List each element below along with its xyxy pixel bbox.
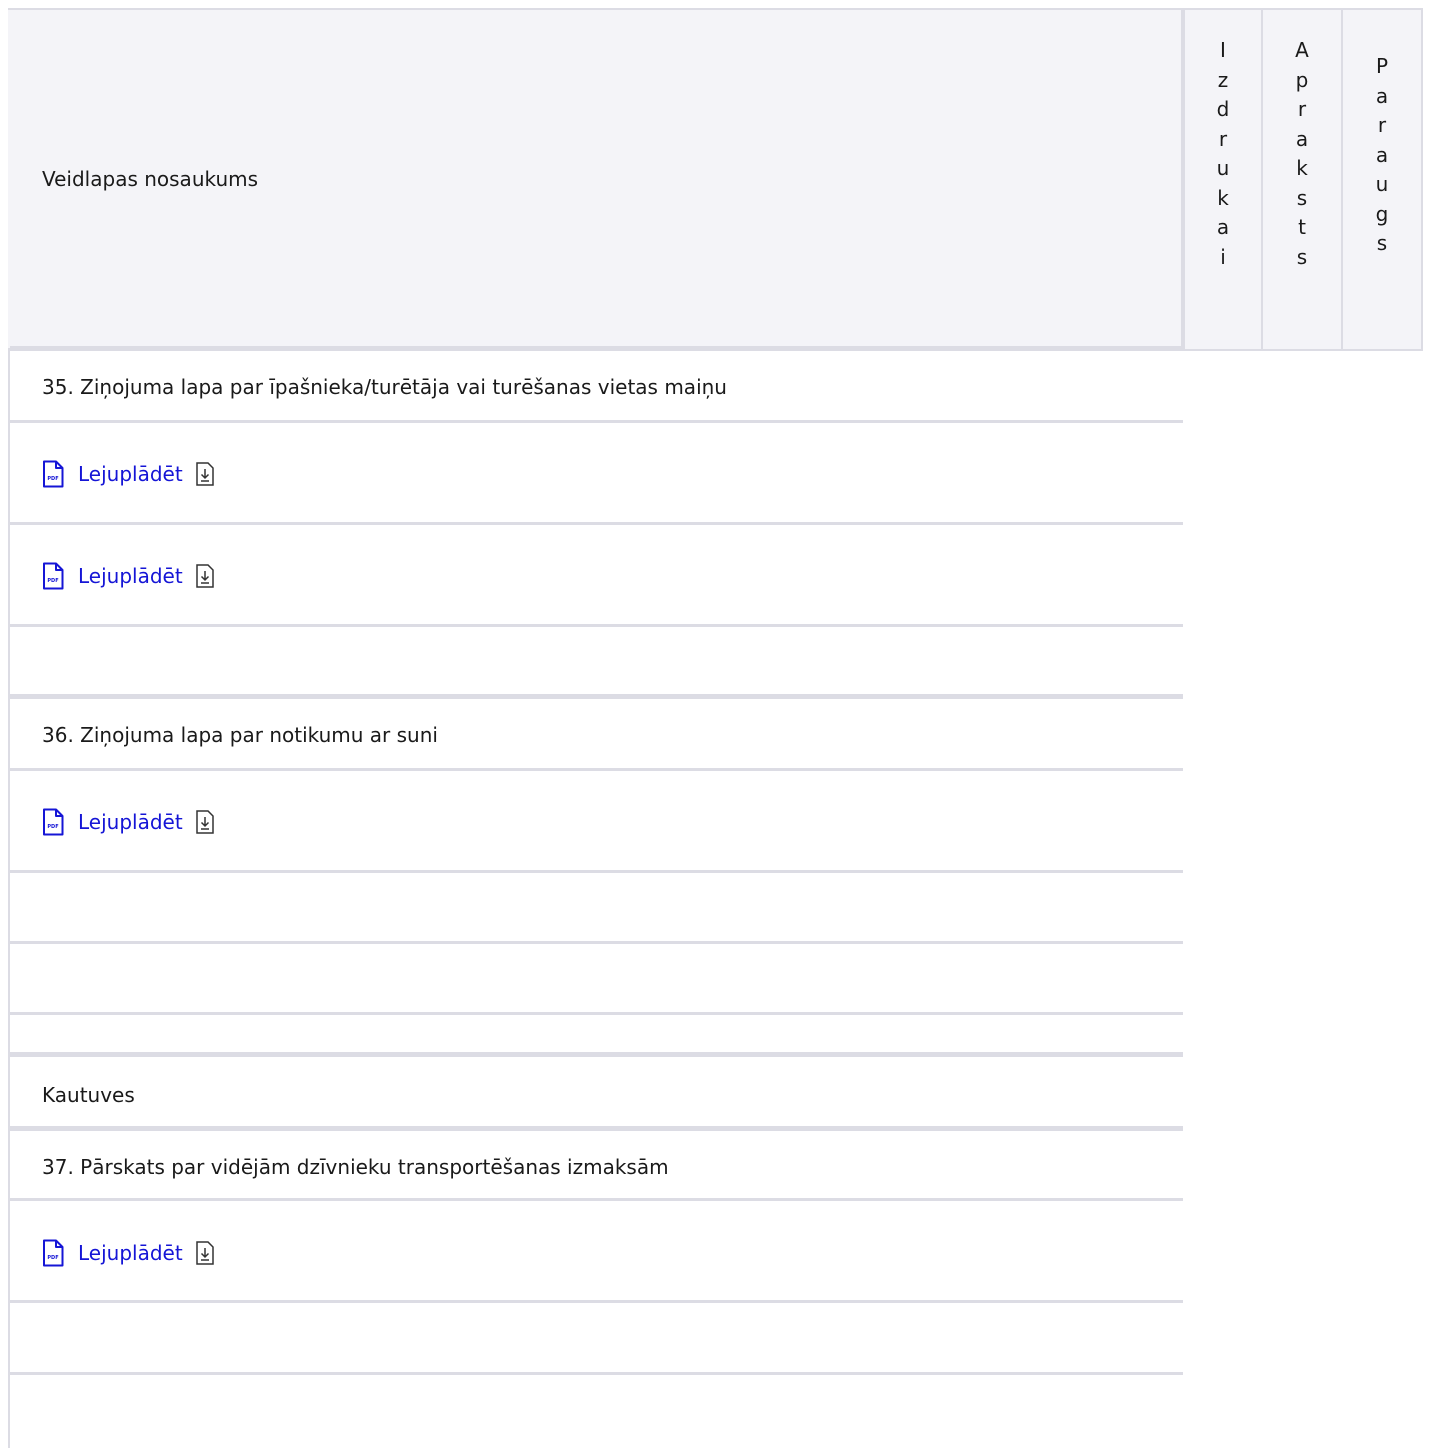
table-row: 35. Ziņojuma lapa par īpašnieka/turētāja… (10, 346, 1183, 422)
table-row: PDF Lejuplādēt (10, 522, 1183, 627)
pdf-file-icon: PDF (43, 1239, 64, 1267)
column-header-label: Paraugs (1375, 54, 1389, 255)
pdf-file-icon: PDF (43, 460, 64, 487)
download-file-icon (195, 1241, 214, 1265)
table-row: PDF Lejuplādēt (10, 1198, 1183, 1305)
table-row (10, 1372, 1183, 1441)
download-link-label: Lejuplādēt (78, 564, 183, 588)
column-header-title: Veidlapas nosaukums (42, 167, 259, 191)
table-row (10, 1300, 1183, 1375)
download-link-label: Lejuplādēt (78, 810, 183, 834)
pdf-file-icon: PDF (43, 562, 64, 590)
form-title: 35. Ziņojuma lapa par īpašnieka/turētāja… (42, 374, 727, 399)
column-header-label: Apraksts (1295, 38, 1309, 269)
svg-text:PDF: PDF (47, 476, 58, 482)
download-link[interactable]: PDF Lejuplādēt (42, 808, 215, 836)
table-row: 36. Ziņojuma lapa par notikumu ar suni (10, 694, 1183, 770)
table-row: Kautuves (10, 1052, 1183, 1132)
column-header-apraksts: Apraksts (1263, 8, 1343, 351)
download-link[interactable]: PDF Lejuplādēt (42, 1239, 215, 1267)
download-file-icon (195, 461, 214, 486)
table-row (10, 870, 1183, 943)
form-title: 36. Ziņojuma lapa par notikumu ar suni (42, 722, 438, 747)
table-row: PDF Lejuplādēt (10, 768, 1183, 873)
download-file-icon (195, 810, 214, 834)
table-row: PDF Lejuplādēt (10, 420, 1183, 524)
table-header-title-cell: Veidlapas nosaukums (8, 8, 1183, 350)
download-file-icon (195, 564, 214, 588)
column-header-paraugs: Paraugs (1343, 8, 1423, 351)
section-title: Kautuves (42, 1082, 135, 1107)
download-link[interactable]: PDF Lejuplādēt (42, 562, 215, 590)
table-row (10, 624, 1183, 695)
download-link[interactable]: PDF Lejuplādēt (42, 460, 215, 488)
column-header-izdrukai: Izdrukai (1183, 8, 1263, 351)
pdf-file-icon: PDF (43, 808, 64, 836)
download-link-label: Lejuplādēt (78, 461, 183, 486)
table-row: 37. Pārskats par vidējām dzīvnieku trans… (10, 1126, 1183, 1202)
table-row (10, 941, 1183, 1015)
form-title: 37. Pārskats par vidējām dzīvnieku trans… (42, 1154, 669, 1179)
svg-text:PDF: PDF (47, 1255, 58, 1261)
svg-text:PDF: PDF (47, 578, 58, 584)
table-row (10, 1012, 1183, 1056)
column-header-label: Izdrukai (1216, 38, 1230, 269)
svg-text:PDF: PDF (47, 824, 58, 830)
download-link-label: Lejuplādēt (78, 1241, 183, 1265)
